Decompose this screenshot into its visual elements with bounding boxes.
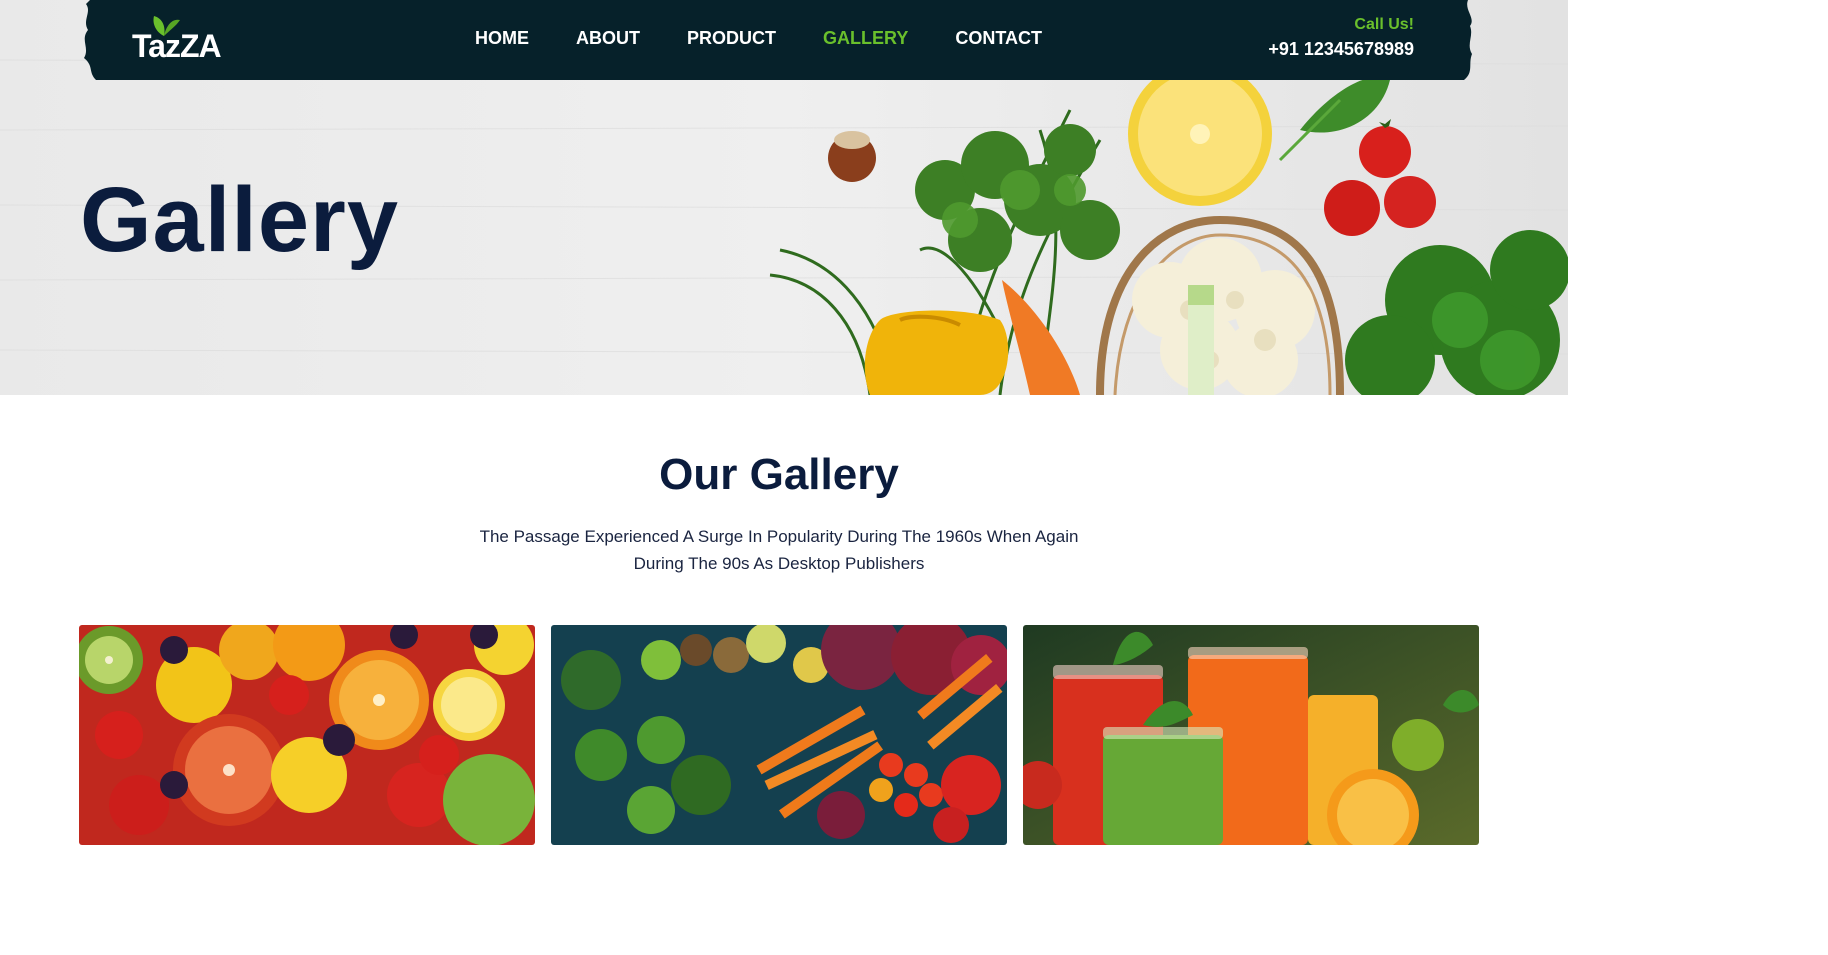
vegetables-photo bbox=[551, 625, 1007, 845]
call-us-label: Call Us! bbox=[1354, 16, 1414, 33]
site-header: TazZA HOME ABOUT PRODUCT GALLERY CONTACT… bbox=[80, 0, 1476, 80]
gallery-grid bbox=[79, 625, 1479, 845]
brand-logo[interactable]: TazZA bbox=[132, 14, 222, 64]
gallery-card-vegetables[interactable] bbox=[551, 625, 1007, 845]
nav-contact[interactable]: CONTACT bbox=[955, 27, 1042, 49]
gallery-card-fruits[interactable] bbox=[79, 625, 535, 845]
phone-number-link[interactable]: +91 12345678989 bbox=[1268, 36, 1414, 62]
hero-title: Gallery bbox=[80, 169, 399, 271]
nav-product[interactable]: PRODUCT bbox=[687, 27, 776, 49]
nav-gallery[interactable]: GALLERY bbox=[823, 27, 908, 49]
nav-about[interactable]: ABOUT bbox=[576, 27, 640, 49]
main-nav: HOME ABOUT PRODUCT GALLERY CONTACT bbox=[475, 27, 1089, 49]
juices-photo bbox=[1023, 625, 1479, 845]
section-subtitle: The Passage Experienced A Surge In Popul… bbox=[479, 527, 1079, 573]
fruits-photo bbox=[79, 625, 535, 845]
section-title: Our Gallery bbox=[659, 450, 899, 499]
vegetables-basket-illustration bbox=[769, 70, 1568, 395]
call-us-block: Call Us! +91 12345678989 bbox=[1268, 16, 1414, 62]
nav-home[interactable]: HOME bbox=[475, 27, 529, 49]
gallery-card-juices[interactable] bbox=[1023, 625, 1479, 845]
logo-text: TazZA bbox=[132, 28, 222, 64]
